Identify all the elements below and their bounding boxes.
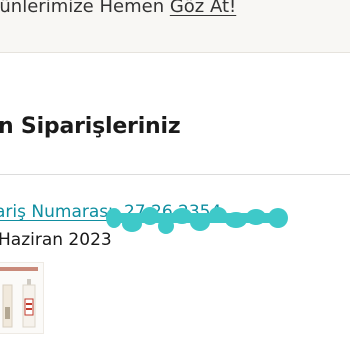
order-date: Haziran 2023 [0, 230, 112, 250]
section-divider [0, 174, 350, 175]
promo-link[interactable]: Göz At! [170, 0, 236, 17]
promo-banner: rünlerimize Hemen Göz At! [0, 0, 350, 53]
orders-title: n Siparişleriniz [0, 114, 181, 139]
orders-page: rünlerimize Hemen Göz At! n Siparişlerin… [0, 0, 350, 350]
product-bottles-icon [0, 267, 38, 328]
promo-message: rünlerimize Hemen [0, 0, 170, 17]
promo-text: rünlerimize Hemen Göz At! [0, 0, 236, 17]
redaction-scribble [106, 207, 288, 234]
product-thumbnail[interactable] [0, 262, 44, 334]
